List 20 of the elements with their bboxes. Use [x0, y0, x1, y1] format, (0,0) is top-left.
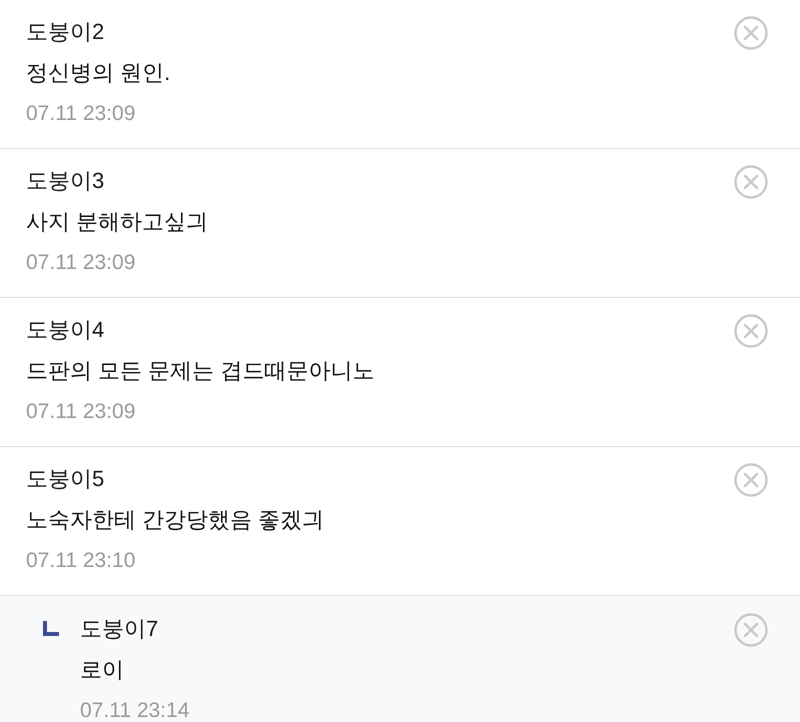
close-icon[interactable]	[734, 314, 768, 348]
comment-text: 사지 분해하고싶긔	[26, 208, 210, 236]
close-icon[interactable]	[734, 463, 768, 497]
comment-time: 07.11 23:10	[26, 548, 136, 574]
comment-time: 07.11 23:09	[26, 101, 136, 127]
comment-author: 도붕이3	[26, 167, 106, 195]
comment-author: 도붕이5	[26, 465, 106, 493]
comment-text: 정신병의 원인.	[26, 59, 172, 87]
comment-time: 07.11 23:14	[80, 698, 190, 722]
comment-text: 노숙자한테 간강당했음 좋겠긔	[26, 506, 326, 534]
comment-author: 도붕이2	[26, 18, 106, 46]
comment-author: 도붕이7	[80, 615, 160, 643]
comment-text: 로이	[80, 656, 125, 684]
close-icon[interactable]	[734, 16, 768, 50]
close-icon[interactable]	[734, 165, 768, 199]
comment-time: 07.11 23:09	[26, 399, 136, 425]
comment-text: 드판의 모든 문제는 겹드때문아니노	[26, 357, 376, 385]
close-icon[interactable]	[734, 613, 768, 647]
comment-time: 07.11 23:09	[26, 250, 136, 276]
comment-author: 도붕이4	[26, 316, 106, 344]
